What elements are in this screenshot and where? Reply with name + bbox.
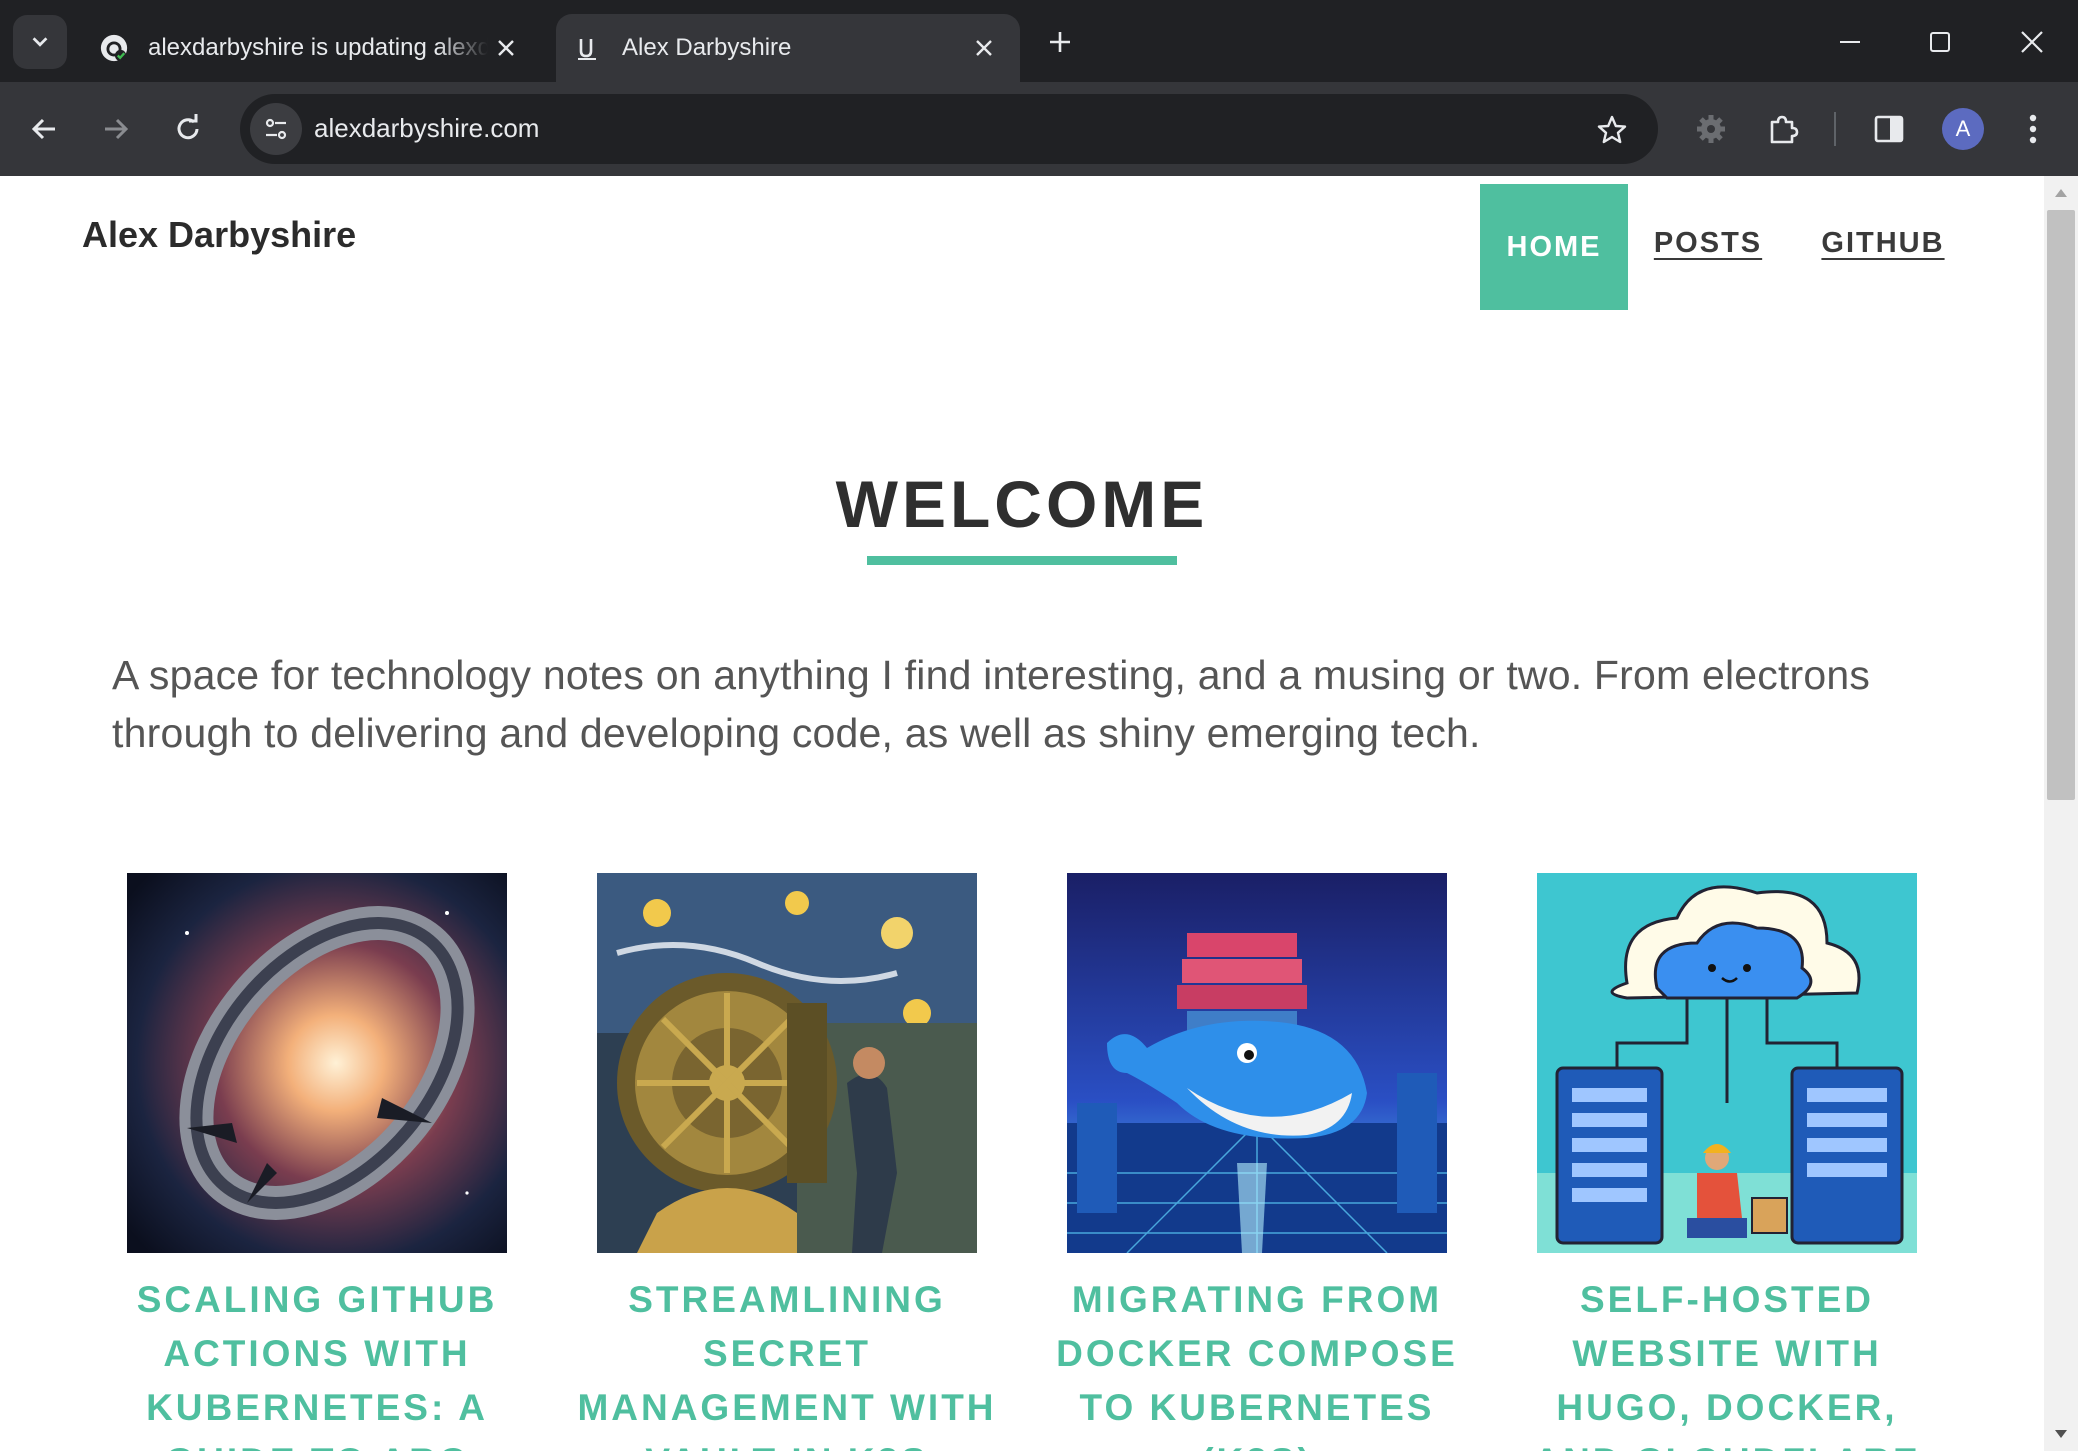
github-icon	[98, 32, 130, 64]
forward-button[interactable]	[90, 103, 142, 155]
triangle-down-icon	[2055, 1430, 2067, 1438]
close-icon[interactable]	[488, 30, 524, 66]
site-info-button[interactable]	[250, 103, 302, 155]
tab-title: alexdarbyshire is updating alexdarbyshir…	[148, 34, 488, 61]
tab-strip: alexdarbyshire is updating alexdarbyshir…	[0, 0, 2078, 82]
address-bar[interactable]: alexdarbyshire.com	[240, 94, 1658, 164]
triangle-up-icon	[2055, 189, 2067, 197]
post-thumbnail-vault-starry-night[interactable]	[597, 873, 977, 1253]
minimize-icon	[1840, 41, 1860, 43]
post-card[interactable]: MIGRATING FROM DOCKER COMPOSE TO KUBERNE…	[1056, 873, 1455, 1451]
side-panel-button[interactable]	[1866, 106, 1912, 152]
gear-icon	[1697, 115, 1725, 143]
minimize-button[interactable]	[1820, 14, 1880, 70]
arrow-left-icon	[31, 118, 55, 140]
post-thumbnail-space-ring[interactable]	[127, 873, 507, 1253]
nav-home[interactable]: HOME	[1480, 184, 1628, 310]
chevron-down-icon	[32, 37, 48, 47]
tab-alex-darbyshire[interactable]: Alex Darbyshire	[556, 14, 1020, 82]
post-card[interactable]: SCALING GITHUB ACTIONS WITH KUBERNETES: …	[127, 873, 507, 1451]
profile-avatar[interactable]: A	[1942, 108, 1984, 150]
scroll-up-button[interactable]	[2044, 178, 2078, 208]
post-card[interactable]: SELF-HOSTED WEBSITE WITH HUGO, DOCKER, A…	[1533, 873, 1918, 1451]
arrow-right-icon	[105, 118, 129, 140]
post-title[interactable]: MIGRATING FROM DOCKER COMPOSE TO KUBERNE…	[1037, 1273, 1477, 1451]
star-icon	[1597, 115, 1627, 144]
puzzle-icon	[1770, 115, 1799, 144]
maximize-button[interactable]	[1910, 14, 1970, 70]
title-underline	[867, 556, 1177, 565]
tab-title: Alex Darbyshire	[622, 34, 792, 61]
new-tab-button[interactable]	[1040, 22, 1080, 62]
hugo-icon	[572, 32, 604, 64]
bookmark-button[interactable]	[1592, 110, 1632, 150]
url-text: alexdarbyshire.com	[314, 113, 540, 143]
close-icon[interactable]	[966, 30, 1002, 66]
page-viewport: Alex Darbyshire HOME POSTS GITHUB WELCOM…	[0, 176, 2078, 1451]
post-thumbnail-whale-containers[interactable]	[1067, 873, 1447, 1253]
extension-button[interactable]	[1688, 106, 1734, 152]
browser-toolbar: alexdarbyshire.com A	[0, 82, 2078, 176]
tab-search-button[interactable]	[13, 15, 67, 69]
site-title[interactable]: Alex Darbyshire	[82, 214, 356, 256]
post-title[interactable]: SCALING GITHUB ACTIONS WITH KUBERNETES: …	[97, 1273, 537, 1451]
post-card[interactable]: STREAMLINING SECRET MANAGEMENT WITH VAUL…	[577, 873, 994, 1451]
nav-posts[interactable]: POSTS	[1640, 176, 1776, 310]
reload-button[interactable]	[162, 103, 214, 155]
side-panel-icon	[1874, 115, 1904, 143]
page-title: WELCOME	[835, 467, 1209, 541]
post-thumbnail-cloud-servers[interactable]	[1537, 873, 1917, 1253]
close-window-button[interactable]	[2002, 14, 2062, 70]
scroll-thumb[interactable]	[2047, 210, 2075, 800]
toolbar-separator	[1834, 112, 1836, 146]
post-title[interactable]: SELF-HOSTED WEBSITE WITH HUGO, DOCKER, A…	[1507, 1273, 1947, 1451]
extensions-button[interactable]	[1760, 106, 1806, 152]
tune-icon	[265, 118, 287, 140]
back-button[interactable]	[18, 103, 70, 155]
intro-text: A space for technology notes on anything…	[112, 652, 1871, 756]
maximize-icon	[1930, 32, 1950, 52]
more-vert-icon	[2029, 114, 2037, 144]
post-title[interactable]: STREAMLINING SECRET MANAGEMENT WITH VAUL…	[567, 1273, 1007, 1451]
tab-github[interactable]: alexdarbyshire is updating alexdarbyshir…	[82, 14, 542, 82]
page-scrollbar[interactable]	[2044, 176, 2078, 1451]
plus-icon	[1050, 32, 1070, 52]
nav-github[interactable]: GITHUB	[1808, 176, 1958, 310]
close-icon	[2021, 31, 2043, 53]
menu-button[interactable]	[2010, 106, 2056, 152]
scroll-down-button[interactable]	[2044, 1419, 2078, 1449]
reload-icon	[177, 114, 199, 140]
